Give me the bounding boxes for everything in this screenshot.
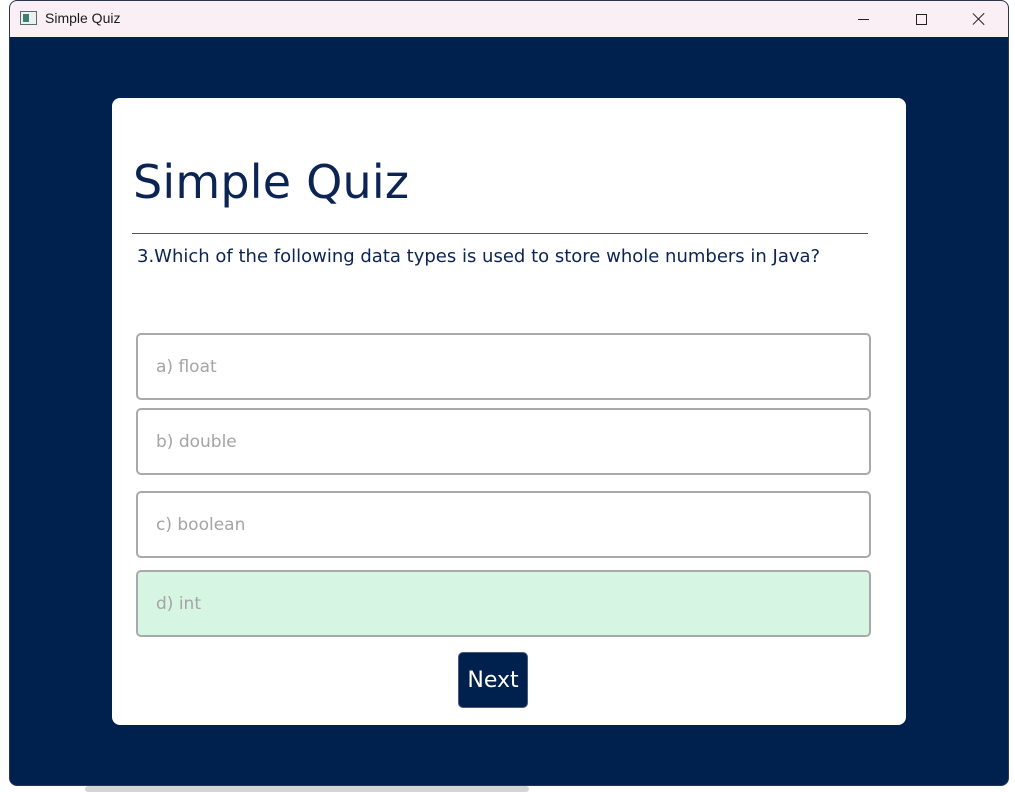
option-b[interactable]: b) double (136, 408, 871, 475)
option-b-label: b) double (156, 431, 237, 452)
maximize-button[interactable] (892, 1, 950, 37)
close-icon (972, 12, 986, 26)
window-title: Simple Quiz (45, 10, 121, 26)
option-c[interactable]: c) boolean (136, 491, 871, 558)
question-text: 3.Which of the following data types is u… (137, 246, 821, 267)
option-d-label: d) int (156, 593, 201, 614)
quiz-card: Simple Quiz 3.Which of the following dat… (112, 98, 906, 725)
taskbar-preview-strip (85, 786, 529, 792)
app-window-icon (20, 11, 37, 25)
option-a[interactable]: a) float (136, 333, 871, 400)
title-bar[interactable]: Simple Quiz (10, 1, 1008, 37)
next-button[interactable]: Next (458, 652, 528, 708)
option-c-label: c) boolean (156, 514, 246, 535)
title-divider (132, 233, 868, 234)
quiz-title: Simple Quiz (133, 155, 410, 209)
option-d[interactable]: d) int (136, 570, 871, 637)
minimize-button[interactable] (834, 1, 892, 37)
close-button[interactable] (950, 1, 1008, 37)
maximize-icon (915, 13, 927, 25)
minimize-icon (857, 18, 869, 20)
app-window: Simple Quiz Simple Quiz 3.Which of the f… (9, 0, 1009, 786)
option-a-label: a) float (156, 356, 217, 377)
